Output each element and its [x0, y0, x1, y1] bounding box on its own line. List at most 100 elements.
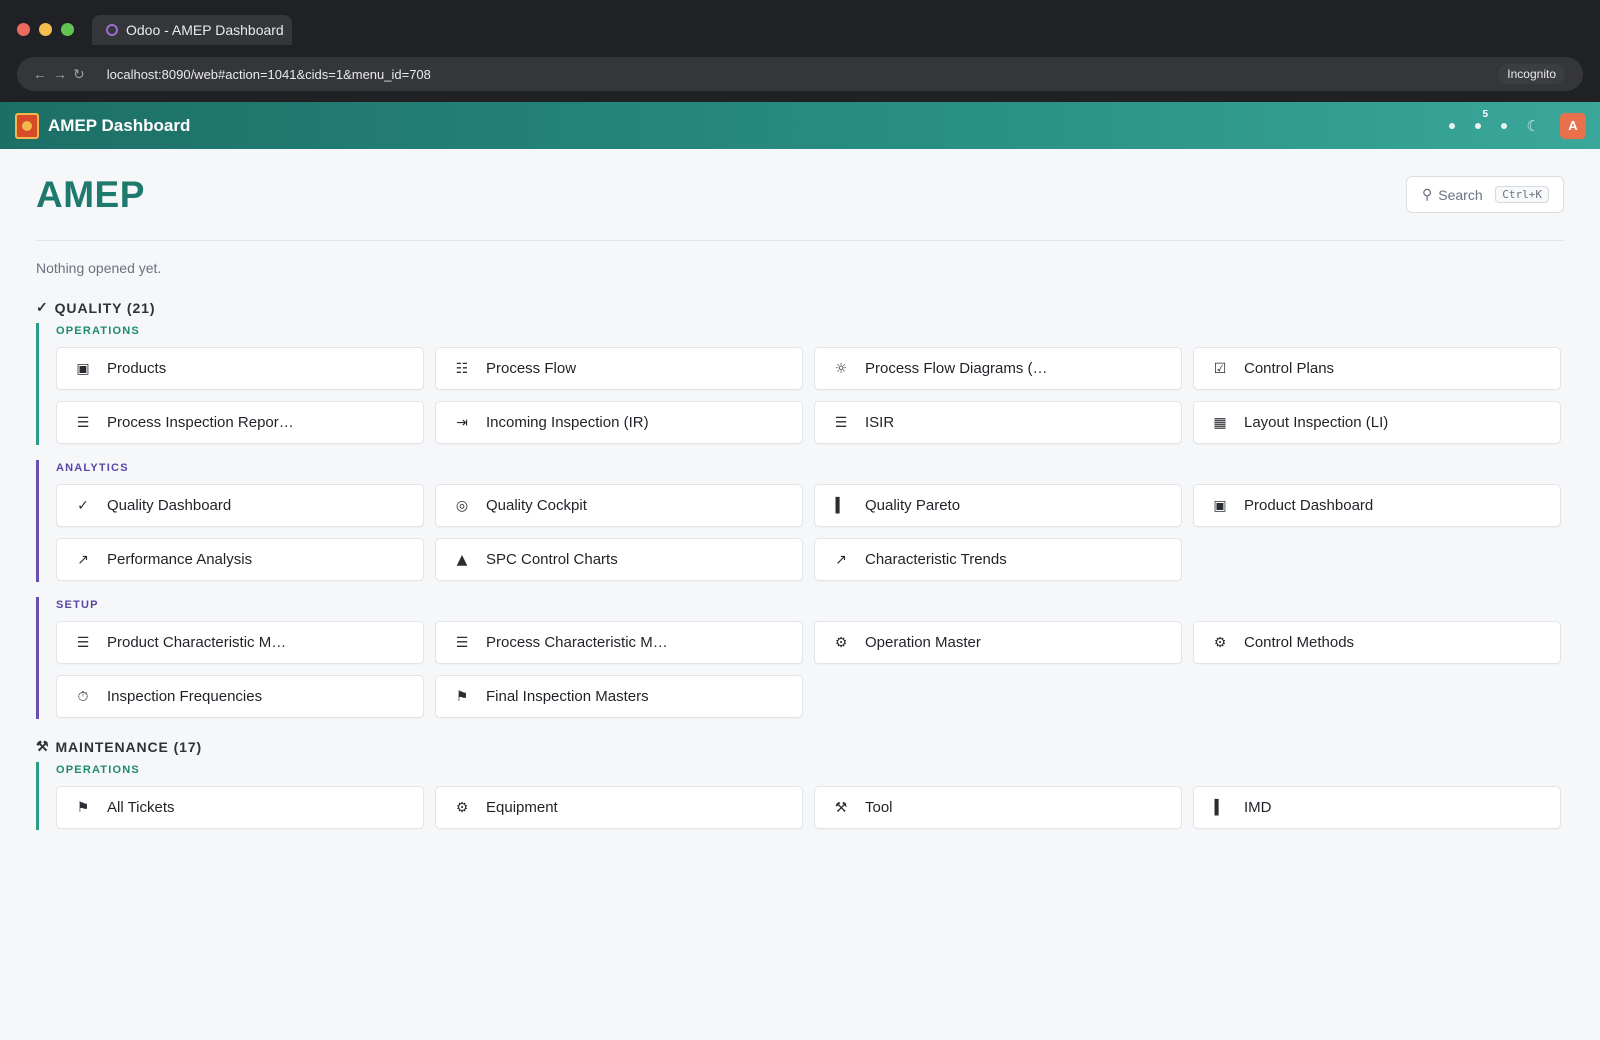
group-title: ANALYTICS: [56, 462, 129, 474]
shortcut-card-performance-analysis[interactable]: ↗ Performance Analysis: [56, 538, 424, 581]
shortcut-card-operation-master[interactable]: ⚙ Operation Master: [814, 621, 1182, 664]
search-button[interactable]: ⚲ Search Ctrl+K: [1406, 176, 1564, 213]
shortcut-card-final-inspection-masters[interactable]: ⚑ Final Inspection Masters: [435, 675, 803, 718]
shortcut-label: Inspection Frequencies: [107, 688, 263, 705]
shortcut-card-imd[interactable]: ▍ IMD: [1193, 786, 1561, 829]
url-text[interactable]: localhost:8090/web#action=1041&cids=1&me…: [107, 67, 431, 82]
notification-badge: 5: [1482, 108, 1489, 120]
page-title: AMEP: [36, 173, 145, 215]
notification-icon[interactable]: 5: [1474, 109, 1488, 129]
shortcut-label: Process Characteristic M…: [486, 634, 668, 651]
shortcut-icon: ⇥: [456, 414, 468, 431]
forward-arrow-icon[interactable]: →: [53, 66, 67, 83]
group-title: OPERATIONS: [56, 325, 140, 337]
shortcut-label: Performance Analysis: [107, 551, 253, 568]
shortcut-icon: ↗: [77, 551, 89, 568]
shortcut-card-quality-cockpit[interactable]: ◎ Quality Cockpit: [435, 484, 803, 527]
shortcut-card-products[interactable]: ▣ Products: [56, 347, 424, 390]
address-bar[interactable]: ← → ↻ localhost:8090/web#action=1041&cid…: [17, 57, 1583, 91]
settings-dot-icon[interactable]: [1500, 122, 1507, 129]
shortcut-label: Control Methods: [1244, 634, 1355, 651]
group-title: OPERATIONS: [56, 764, 140, 776]
user-avatar[interactable]: A: [1560, 112, 1586, 139]
shortcut-card-control-plans[interactable]: ☑ Control Plans: [1193, 347, 1561, 390]
shortcut-card-process-flow-diagrams[interactable]: ☼ Process Flow Diagrams (…: [814, 347, 1182, 390]
activity-icon[interactable]: [1448, 122, 1455, 129]
shortcut-icon: ☰: [76, 414, 90, 431]
back-arrow-icon[interactable]: ←: [33, 66, 47, 83]
browser-chrome: Odoo - AMEP Dashboard ← → ↻ localhost:80…: [0, 0, 1600, 102]
shortcut-label: IMD: [1244, 799, 1272, 816]
maximize-window-button[interactable]: [61, 23, 74, 36]
close-window-button[interactable]: [17, 23, 30, 36]
search-icon: ⚲: [1422, 186, 1433, 202]
shortcut-icon: ▲: [456, 551, 468, 568]
window-controls: [17, 23, 74, 36]
shortcut-icon: ✓: [77, 497, 89, 514]
shortcut-icon: ⚙: [1213, 634, 1227, 651]
shortcut-card-equipment[interactable]: ⚙ Equipment: [435, 786, 803, 829]
shortcut-label: Product Dashboard: [1244, 497, 1374, 514]
company-logo-icon: [15, 112, 39, 139]
section-quality-title: ✓ QUALITY (21): [36, 299, 1564, 316]
group-quality-setup: SETUP ☰ Product Characteristic M… ☰ Process…: [36, 597, 1564, 719]
shortcut-card-product-characteristic-m[interactable]: ☰ Product Characteristic M…: [56, 621, 424, 664]
shortcut-icon: ⚙: [455, 799, 469, 816]
shortcut-label: All Tickets: [107, 799, 175, 816]
shortcut-card-quality-dashboard[interactable]: ✓ Quality Dashboard: [56, 484, 424, 527]
shortcut-icon: ⚙: [834, 634, 848, 651]
odoo-favicon-icon: [106, 24, 118, 36]
dark-mode-toggle-icon[interactable]: ☾: [1527, 117, 1540, 135]
shortcut-icon: ↗: [835, 551, 847, 568]
shortcut-label: ISIR: [865, 414, 895, 431]
shortcut-card-process-inspection-repor[interactable]: ☰ Process Inspection Repor…: [56, 401, 424, 444]
shortcut-icon: ⏱: [77, 688, 89, 705]
shortcut-icon: ⚑: [76, 799, 90, 816]
shortcut-card-spc-control-charts[interactable]: ▲ SPC Control Charts: [435, 538, 803, 581]
shortcut-icon: ⚑: [455, 688, 469, 705]
reload-icon[interactable]: ↻: [73, 66, 85, 83]
shortcut-icon: ☰: [76, 634, 90, 651]
shortcut-card-process-flow[interactable]: ☷ Process Flow: [435, 347, 803, 390]
shortcut-card-incoming-inspection-ir[interactable]: ⇥ Incoming Inspection (IR): [435, 401, 803, 444]
browser-tab[interactable]: Odoo - AMEP Dashboard: [92, 15, 292, 45]
app-header: AMEP Dashboard 5 ☾ A: [0, 102, 1600, 149]
shortcut-icon: ⚒: [834, 799, 848, 816]
shortcut-card-characteristic-trends[interactable]: ↗ Characteristic Trends: [814, 538, 1182, 581]
shortcut-label: Characteristic Trends: [865, 551, 1007, 568]
hammer-pick-icon: ⚒: [36, 738, 50, 754]
shortcut-card-inspection-frequencies[interactable]: ⏱ Inspection Frequencies: [56, 675, 424, 718]
shortcut-grid: ☰ Product Characteristic M… ☰ Process Chara…: [56, 621, 1564, 718]
shortcut-grid: ✓ Quality Dashboard ◎ Quality Cockpit ▍ Quali…: [56, 484, 1564, 581]
shortcut-label: Product Characteristic M…: [107, 634, 287, 651]
shortcut-label: Process Flow Diagrams (…: [865, 360, 1048, 377]
shortcut-icon: ▍: [1214, 799, 1226, 816]
shortcut-icon: ☷: [455, 360, 469, 377]
shortcut-grid: ⚑ All Tickets ⚙ Equipment ⚒ Tool ▍ IMD: [56, 786, 1564, 829]
shortcut-card-layout-inspection-li[interactable]: ▦ Layout Inspection (LI): [1193, 401, 1561, 444]
minimize-window-button[interactable]: [39, 23, 52, 36]
shortcut-icon: ▣: [76, 360, 90, 377]
shortcut-card-all-tickets[interactable]: ⚑ All Tickets: [56, 786, 424, 829]
shortcut-card-quality-pareto[interactable]: ▍ Quality Pareto: [814, 484, 1182, 527]
shortcut-label: Layout Inspection (LI): [1244, 414, 1389, 431]
group-quality-operations: OPERATIONS ▣ Products ☷ Process Flow ☼ Proces…: [36, 323, 1564, 445]
shortcut-icon: ☑: [1213, 360, 1227, 377]
tab-title: Odoo - AMEP Dashboard: [126, 22, 284, 38]
group-quality-analytics: ANALYTICS ✓ Quality Dashboard ◎ Quality Coc…: [36, 460, 1564, 582]
shortcut-card-product-dashboard[interactable]: ▣ Product Dashboard: [1193, 484, 1561, 527]
shortcut-card-isir[interactable]: ☰ ISIR: [814, 401, 1182, 444]
shortcut-icon: ☰: [455, 634, 469, 651]
shortcut-card-control-methods[interactable]: ⚙ Control Methods: [1193, 621, 1561, 664]
shortcut-label: SPC Control Charts: [486, 551, 618, 568]
shortcut-label: Quality Cockpit: [486, 497, 587, 514]
main-content: AMEP ⚲ Search Ctrl+K Nothing opened yet.…: [0, 149, 1600, 1040]
shortcut-label: Process Flow: [486, 360, 577, 377]
group-title: SETUP: [56, 599, 99, 611]
section-maintenance-label: MAINTENANCE (17): [55, 738, 203, 755]
shortcut-card-process-characteristic-m[interactable]: ☰ Process Characteristic M…: [435, 621, 803, 664]
shortcut-card-tool[interactable]: ⚒ Tool: [814, 786, 1182, 829]
search-shortcut: Ctrl+K: [1495, 186, 1549, 203]
shortcut-label: Equipment: [486, 799, 558, 816]
shortcut-icon: ☼: [834, 360, 848, 377]
